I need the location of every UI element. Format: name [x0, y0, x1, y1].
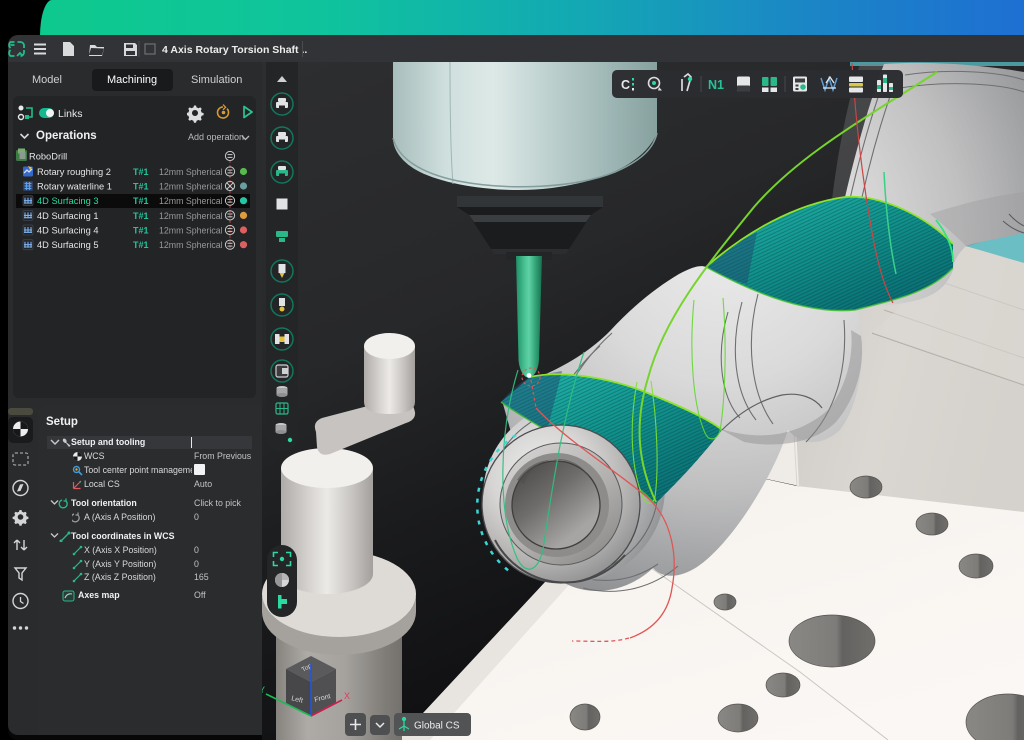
svg-text:Y: Y — [262, 685, 265, 695]
svg-text:4D Surfacing 3: 4D Surfacing 3 — [37, 196, 99, 206]
svg-text:4D Surfacing 4: 4D Surfacing 4 — [37, 226, 99, 236]
svg-text:12mm Spherical: 12mm Spherical — [159, 196, 223, 206]
svg-text:12mm Spherical: 12mm Spherical — [159, 211, 223, 221]
svg-text:T#1: T#1 — [133, 240, 149, 250]
svg-text:4D Surfacing 1: 4D Surfacing 1 — [37, 211, 99, 221]
svg-text:T#1: T#1 — [133, 211, 149, 221]
svg-text:N1: N1 — [708, 78, 724, 92]
svg-text:Rotary waterline 1: Rotary waterline 1 — [37, 182, 112, 192]
svg-text:12mm Spherical: 12mm Spherical — [159, 240, 223, 250]
svg-text:C: C — [621, 78, 630, 92]
svg-text:T#1: T#1 — [133, 167, 149, 177]
svg-text:RoboDrill: RoboDrill — [29, 152, 67, 162]
svg-text:T#1: T#1 — [133, 196, 149, 206]
svg-text:12mm Spherical: 12mm Spherical — [159, 167, 223, 177]
svg-text:12mm Spherical: 12mm Spherical — [159, 182, 223, 192]
svg-text:T#1: T#1 — [133, 226, 149, 236]
svg-text:4D Surfacing 5: 4D Surfacing 5 — [37, 240, 99, 250]
svg-text:X: X — [344, 691, 350, 701]
svg-text:12mm Spherical: 12mm Spherical — [159, 226, 223, 236]
svg-text:T#1: T#1 — [133, 182, 149, 192]
svg-text:Rotary roughing 2: Rotary roughing 2 — [37, 167, 111, 177]
svg-text:Global CS: Global CS — [414, 721, 460, 732]
svg-text:4 Axis Rotary Torsion Shaft ..: 4 Axis Rotary Torsion Shaft ... — [162, 44, 307, 56]
